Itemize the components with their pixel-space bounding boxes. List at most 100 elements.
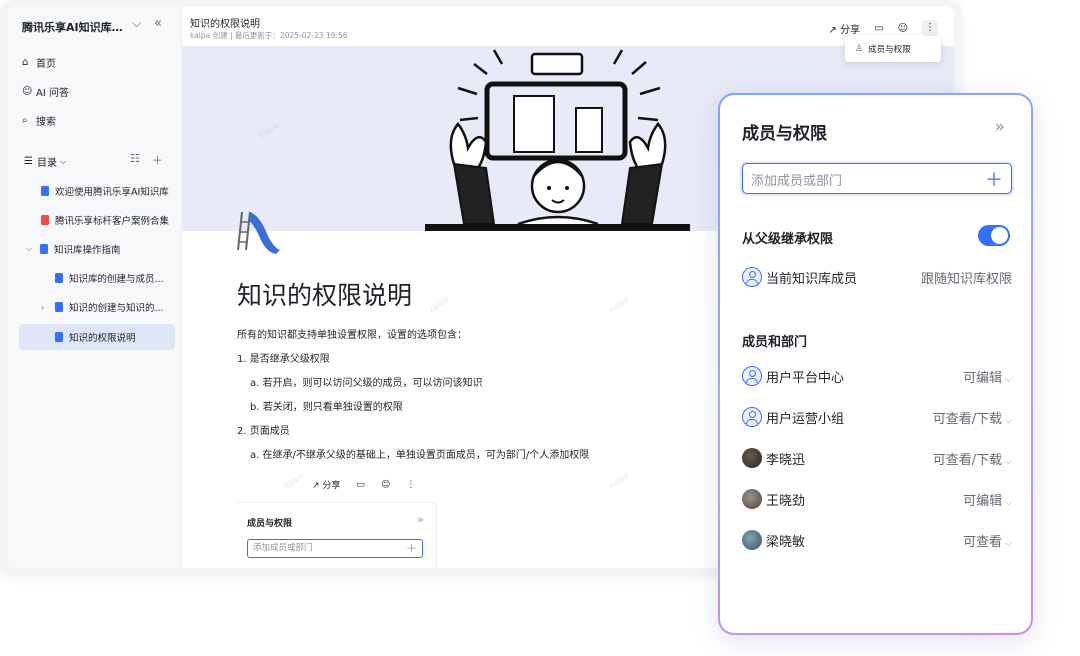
doc-icon	[55, 273, 63, 283]
comment-icon[interactable]: ▭	[356, 480, 365, 490]
robot-icon[interactable]: ☺	[381, 480, 390, 490]
permission-panel: 成员与权限 » 添加成员或部门 ＋ 从父级继承权限 当前知识库成员 跟随知识库权…	[718, 93, 1033, 635]
member-row: 梁晓敏 可查看 ⌵	[742, 529, 1012, 551]
robot-icon: ☺	[22, 85, 33, 97]
member-row: 李晓迅 可查看/下载 ⌵	[742, 447, 1012, 469]
doc-icon	[40, 244, 48, 254]
knowledge-base-title[interactable]: 腾讯乐享AI知识库使用...	[22, 19, 126, 35]
permission-panel-body: 成员与权限 » 添加成员或部门 ＋ 从父级继承权限 当前知识库成员 跟随知识库权…	[720, 95, 1031, 633]
permission-value: 可编辑	[963, 493, 1003, 509]
member-name: 用户运营小组	[766, 411, 845, 427]
plus-icon[interactable]: ＋	[985, 166, 1003, 192]
chevron-down-icon: ⌵	[1005, 415, 1012, 426]
doc-title: 知识的权限说明	[190, 19, 260, 30]
user-avatar	[742, 489, 762, 509]
add-member-input[interactable]: 添加成员或部门 ＋	[742, 163, 1012, 194]
member-name: 当前知识库成员	[766, 271, 858, 287]
more-icon[interactable]: ⋮	[406, 480, 415, 490]
doc-meta: kalpa 创建 | 最后更新于：2025-02-23 19:56	[190, 31, 348, 40]
watermark: kalpa	[607, 470, 631, 491]
members-tooltip[interactable]: ♙ 成员与权限	[845, 36, 941, 62]
search-icon: ⌕	[22, 114, 28, 126]
chevron-down-icon: ⌵	[1005, 456, 1012, 467]
tree-item[interactable]: 腾讯乐享标杆客户案例合集	[41, 207, 169, 233]
member-name: 梁晓敏	[766, 534, 806, 550]
mini-share-button[interactable]: ↗ 分享	[312, 478, 340, 491]
collapse-sidebar-icon[interactable]: «	[154, 16, 162, 31]
members-section-title: 成员和部门	[742, 335, 808, 350]
doc-list-item: a. 在继承/不继承父级的基础上，单独设置页面成员，可为部门/个人添加权限	[250, 450, 590, 461]
nav-home[interactable]: ⌂ 首页	[22, 53, 56, 71]
tree-item[interactable]: 欢迎使用腾讯乐享AI知识库	[41, 178, 169, 204]
add-icon[interactable]: ＋	[152, 152, 163, 168]
mini-share-label: 分享	[322, 481, 341, 491]
mini-permission-panel: 成员与权限 » 添加成员或部门 ＋	[237, 502, 437, 568]
tree-item[interactable]: › 知识的创建与知识的...	[41, 294, 164, 320]
more-icon[interactable]: ⋮	[922, 20, 938, 36]
toc-tools: ☷ ＋	[130, 152, 163, 168]
chevron-down-icon[interactable]: ⌵	[132, 16, 141, 31]
group-avatar	[742, 366, 762, 386]
toc-label: 目录	[36, 158, 57, 169]
collapse-icon[interactable]: »	[417, 513, 424, 526]
tree-item[interactable]: 知识库的创建与成员...	[55, 265, 164, 291]
watermark: kalpa	[282, 470, 306, 491]
chevron-down-icon: ⌵	[1005, 538, 1012, 549]
member-row: 用户运营小组 可查看/下载 ⌵	[742, 406, 1012, 428]
member-permission: 跟随知识库权限	[920, 271, 1012, 287]
tree-item[interactable]: ⌵ 知识库操作指南	[26, 236, 121, 262]
panel-title: 成员与权限	[742, 124, 827, 144]
group-avatar	[742, 407, 762, 427]
permission-dropdown[interactable]: 可查看/下载 ⌵	[933, 408, 1012, 427]
tree-item-label: 欢迎使用腾讯乐享AI知识库	[55, 187, 169, 198]
permission-dropdown[interactable]: 可查看/下载 ⌵	[933, 449, 1012, 468]
watermark: kalpa	[607, 294, 631, 315]
outline-icon[interactable]: ☷	[130, 152, 140, 168]
permission-value: 可查看	[963, 534, 1003, 550]
sidebar: 腾讯乐享AI知识库使用... ⌵ « ⌂ 首页 ☺ AI 问答 ⌕ 搜索 ☰	[8, 6, 182, 568]
doc-icon	[41, 186, 49, 196]
permission-dropdown[interactable]: 可编辑 ⌵	[963, 367, 1012, 386]
doc-list-item: 2. 页面成员	[237, 426, 290, 437]
pdf-icon	[41, 215, 49, 225]
inherit-member-row: 当前知识库成员 跟随知识库权限	[742, 266, 1012, 288]
permission-dropdown[interactable]: 可编辑 ⌵	[963, 490, 1012, 509]
stage: 腾讯乐享AI知识库使用... ⌵ « ⌂ 首页 ☺ AI 问答 ⌕ 搜索 ☰	[0, 0, 1080, 656]
permission-value: 可查看/下载	[932, 411, 1003, 427]
share-button[interactable]: ↗ 分享	[829, 21, 861, 36]
doc-list-item: 1. 是否继承父级权限	[237, 354, 330, 365]
nav-search[interactable]: ⌕ 搜索	[22, 111, 56, 129]
tree-item-active[interactable]: 知识的权限说明	[19, 324, 175, 350]
share-icon: ↗	[828, 24, 837, 36]
nav-ai-qa[interactable]: ☺ AI 问答	[22, 82, 69, 100]
tree-item-label: 知识的创建与知识的...	[69, 303, 164, 314]
header-toolbar: ↗ 分享 ▭ ☺ ⋮	[829, 20, 938, 36]
share-label: 分享	[840, 24, 861, 36]
doc-list-item: a. 若开启，则可以访问父级的成员，可以访问该知识	[250, 378, 483, 389]
collapse-icon[interactable]: »	[995, 117, 1005, 137]
inherit-toggle[interactable]	[978, 225, 1010, 246]
home-icon: ⌂	[22, 56, 29, 68]
doc-icon	[55, 302, 63, 312]
chevron-right-icon[interactable]: ›	[41, 303, 55, 312]
mini-add-member-input[interactable]: 添加成员或部门 ＋	[247, 539, 423, 558]
member-row: 王晓劲 可编辑 ⌵	[742, 488, 1012, 510]
permission-value: 可编辑	[963, 370, 1003, 386]
tooltip-label: 成员与权限	[868, 45, 911, 55]
mini-toolbar: ↗ 分享 ▭ ☺ ⋮	[312, 478, 415, 492]
robot-icon[interactable]: ☺	[898, 23, 908, 34]
member-row: 用户平台中心 可编辑 ⌵	[742, 365, 1012, 387]
nav-ai-qa-label: AI 问答	[36, 87, 69, 99]
group-avatar	[742, 267, 762, 287]
doc-paragraph: 所有的知识都支持单独设置权限，设置的选项包含：	[237, 330, 467, 341]
user-avatar	[742, 448, 762, 468]
chevron-down-icon[interactable]: ⌵	[26, 244, 40, 254]
user-icon: ♙	[855, 44, 864, 54]
plus-icon[interactable]: ＋	[406, 540, 417, 557]
comment-icon[interactable]: ▭	[874, 23, 883, 34]
chevron-down-icon: ⌵	[1005, 374, 1012, 385]
toc-header[interactable]: ☰ 目录 ⌵	[24, 154, 66, 169]
permission-dropdown[interactable]: 可查看 ⌵	[963, 531, 1012, 550]
list-icon: ☰	[24, 156, 33, 167]
doc-icon	[55, 332, 63, 342]
